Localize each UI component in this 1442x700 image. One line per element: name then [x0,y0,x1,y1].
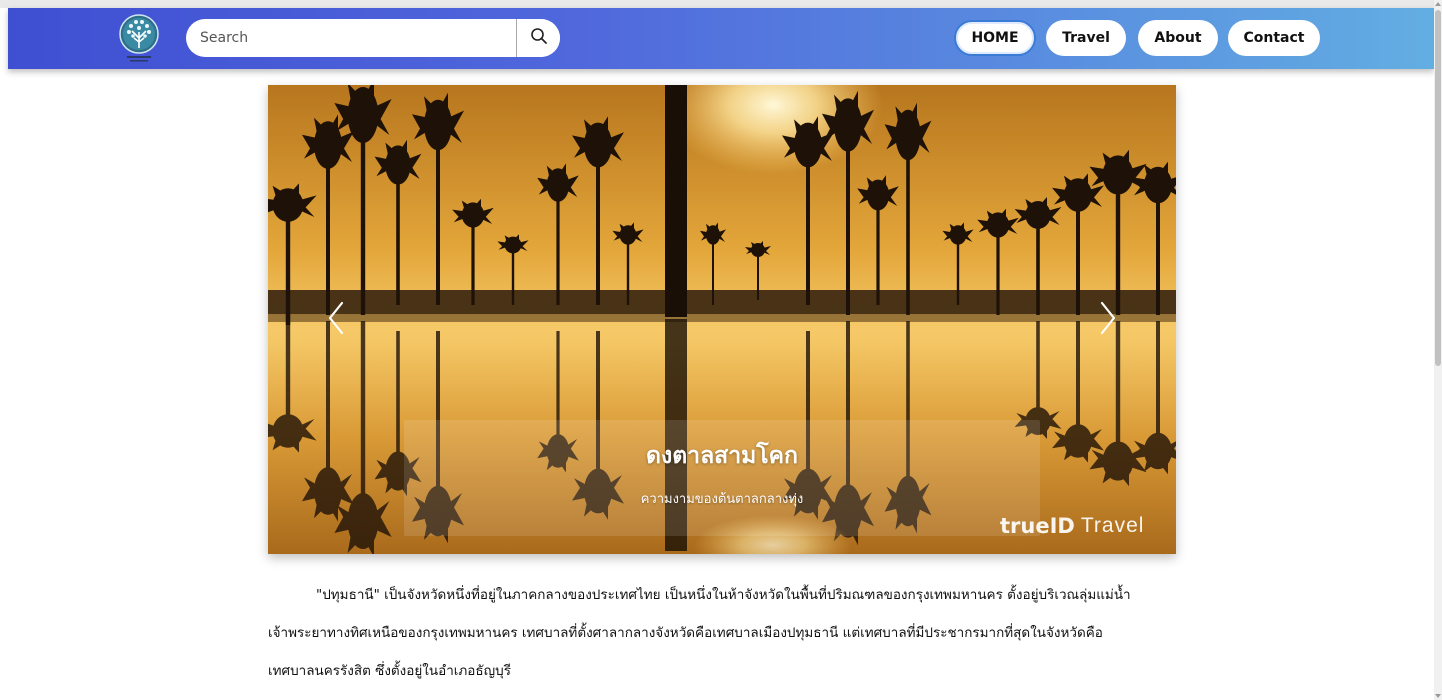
navbar: HOME Travel About Contact [8,8,1434,69]
image-carousel: ดงตาลสามโคก ความงามของต้นตาลกลางทุ่ง tru… [268,85,1176,554]
carousel-caption-subtitle: ความงามของต้นตาลกลางทุ่ง [640,492,804,507]
page-scrollbar[interactable] [1434,0,1442,700]
search-bar [186,19,560,57]
carousel-prev-button[interactable] [316,295,356,345]
carousel-caption-title: ดงตาลสามโคก [646,443,798,469]
scroll-down-arrow-icon[interactable] [1435,694,1441,698]
watermark-word: Travel [1080,514,1145,537]
browser-top-strip [0,0,1442,8]
tree-logo-icon[interactable] [118,12,160,64]
article-line-3: เทศบาลนครรังสิต ซึ่งตั้งอยู่ในอำเภอธัญบุ… [268,663,511,679]
search-icon [530,27,548,49]
search-input[interactable] [186,19,516,57]
article-line-2: เจ้าพระยาทางทิศเหนือของกรุงเทพมหานคร เทศ… [268,625,1103,641]
nav-travel-button[interactable]: Travel [1046,20,1126,56]
article-line: "ปทุมธานี" เป็นจังหวัดหนึ่งที่อยู่ในภาคก… [268,576,1176,614]
trueid-travel-watermark: trueID Travel [1000,513,1144,539]
chevron-right-icon [1098,301,1118,339]
nav-contact-button[interactable]: Contact [1228,20,1320,56]
nav-about-button[interactable]: About [1138,20,1218,56]
article-text: "ปทุมธานี" เป็นจังหวัดหนึ่งที่อยู่ในภาคก… [268,576,1176,690]
watermark-brand: trueID [1000,514,1075,538]
chevron-left-icon [326,301,346,339]
search-button[interactable] [516,19,560,57]
carousel-next-button[interactable] [1088,295,1128,345]
article-line-1: "ปทุมธานี" เป็นจังหวัดหนึ่งที่อยู่ในภาคก… [316,587,1131,603]
scroll-thumb[interactable] [1435,10,1441,366]
nav-home-button[interactable]: HOME [954,20,1036,56]
scroll-up-arrow-icon[interactable] [1435,2,1441,6]
